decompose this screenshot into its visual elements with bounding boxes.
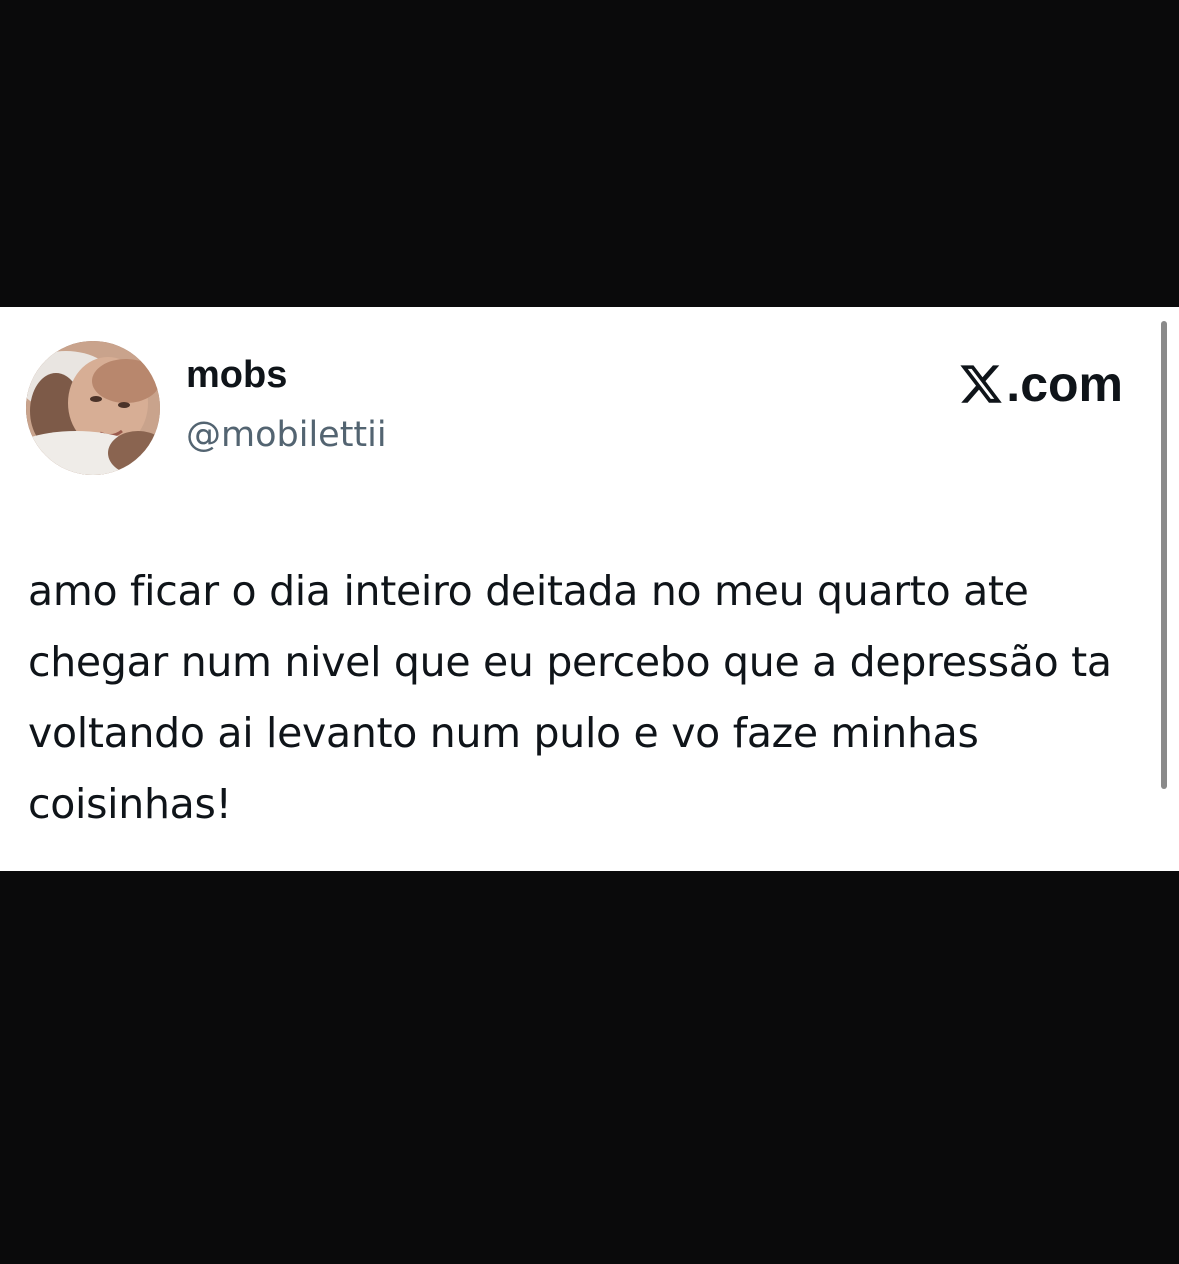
x-logo-icon — [960, 365, 1003, 403]
user-handle[interactable]: @mobilettii — [186, 418, 387, 453]
tweet-text: amo ficar o dia inteiro deitada no meu q… — [28, 567, 1112, 828]
display-name[interactable]: mobs — [186, 356, 287, 394]
avatar-photo — [26, 341, 160, 475]
brand-domain-label: .com — [1006, 356, 1123, 412]
scrollbar[interactable] — [1161, 321, 1167, 789]
avatar[interactable] — [26, 341, 160, 475]
screenshot-page: mobs @mobilettii .com amo ficar o dia in… — [0, 0, 1179, 1264]
brand-watermark: .com — [958, 359, 1123, 409]
